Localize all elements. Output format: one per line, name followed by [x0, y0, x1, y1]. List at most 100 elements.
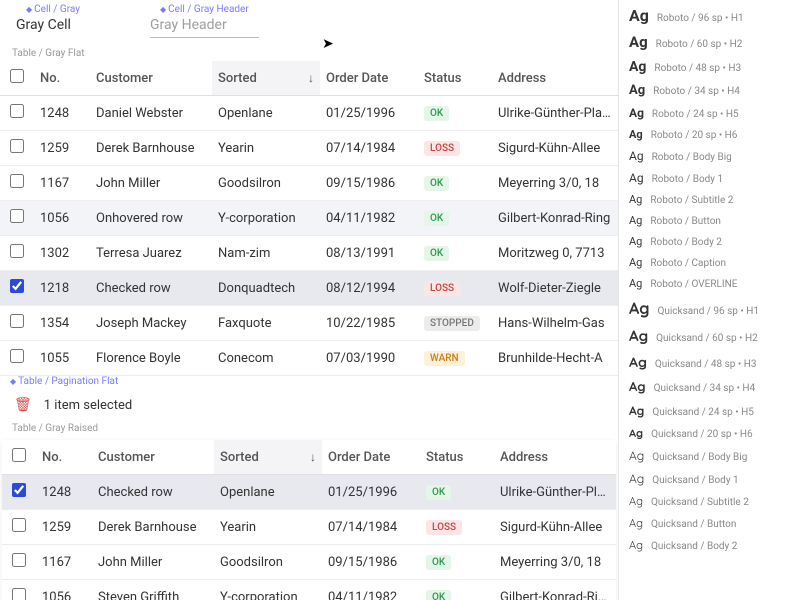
table-row[interactable]: 1056Onhovered rowY-corporation04/11/1982… [0, 201, 618, 236]
cell-customer: Derek Barnhouse [92, 510, 214, 545]
row-checkbox[interactable] [10, 104, 24, 118]
status-badge: OK [426, 590, 451, 600]
data-table-raised: No. Customer Sorted↓ Order Date Status A… [2, 440, 616, 600]
row-checkbox[interactable] [10, 279, 24, 293]
typography-item[interactable]: AgRoboto / 34 sp • H4 [619, 79, 800, 102]
typography-item[interactable]: AgQuicksand / 20 sp • H6 [619, 422, 800, 444]
row-checkbox[interactable] [12, 553, 26, 567]
row-checkbox[interactable] [12, 483, 26, 497]
header-address[interactable]: Address [492, 61, 618, 96]
cell-customer: Derek Barnhouse [90, 131, 212, 166]
typography-sample: Ag [629, 516, 643, 530]
cell-address: Moritzweg 0, 7713 [492, 236, 618, 271]
table-row[interactable]: 1354Joseph MackeyFaxquote10/22/1985STOPP… [0, 306, 618, 341]
table-row[interactable]: 1167John MillerGoodsilron09/15/1986OKMey… [2, 545, 616, 580]
select-all-checkbox[interactable] [12, 448, 26, 462]
typography-sample: Ag [629, 214, 642, 227]
typography-item[interactable]: AgRoboto / 60 sp • H2 [619, 29, 800, 55]
typography-item[interactable]: AgQuicksand / Body Big [619, 444, 800, 467]
pagination-bar: 🗑 1 item selected [0, 389, 618, 421]
cell-customer: John Miller [90, 166, 212, 201]
row-checkbox[interactable] [10, 314, 24, 328]
cell-address: Ulrike-Günther-Platz [492, 96, 618, 131]
typography-item[interactable]: AgQuicksand / 60 sp • H2 [619, 322, 800, 349]
table-row[interactable]: 1259Derek BarnhouseYearin07/14/1984LOSSS… [2, 510, 616, 545]
header-no[interactable]: No. [34, 61, 90, 96]
table-row[interactable]: 1248Checked rowOpenlane01/25/1996OKUlrik… [2, 475, 616, 510]
typography-item[interactable]: AgQuicksand / Body 2 [619, 534, 800, 556]
typography-sample: Ag [629, 149, 644, 163]
header-sorted[interactable]: Sorted↓ [212, 61, 320, 96]
header-customer[interactable]: Customer [90, 61, 212, 96]
cell-status: OK [418, 96, 492, 131]
cell-address: Wolf-Dieter-Ziegle [492, 271, 618, 306]
typography-item[interactable]: AgRoboto / 24 sp • H5 [619, 102, 800, 124]
tab-gray-header[interactable]: Gray Header [150, 17, 259, 38]
typography-sample: Ag [629, 448, 644, 463]
table-row[interactable]: 1055Florence BoyleConecom07/03/1990WARNB… [0, 341, 618, 376]
table-row[interactable]: 1302Terresa JuarezNam-zim08/13/1991OKMor… [0, 236, 618, 271]
cell-no: 1055 [34, 341, 90, 376]
header-orderdate[interactable]: Order Date [320, 61, 418, 96]
cell-date: 08/12/1994 [320, 271, 418, 306]
typography-item[interactable]: AgRoboto / Body 2 [619, 231, 800, 252]
typography-sample: Ag [629, 353, 647, 371]
typography-item[interactable]: AgRoboto / 48 sp • H3 [619, 55, 800, 79]
header-sorted[interactable]: Sorted↓ [214, 440, 322, 475]
typography-item[interactable]: AgQuicksand / 34 sp • H4 [619, 375, 800, 399]
table-row[interactable]: 1259Derek BarnhouseYearin07/14/1984LOSSS… [0, 131, 618, 166]
header-no[interactable]: No. [36, 440, 92, 475]
table-row[interactable]: 1218Checked rowDonquadtech08/12/1994LOSS… [0, 271, 618, 306]
typography-item[interactable]: AgQuicksand / 24 sp • H5 [619, 399, 800, 422]
status-badge: OK [424, 176, 449, 191]
selection-count: 1 item selected [44, 398, 132, 413]
typography-item[interactable]: AgRoboto / Caption [619, 252, 800, 273]
table-row[interactable]: 1056Steven GriffithY-corporation04/11/19… [2, 580, 616, 600]
table-row[interactable]: 1167John MillerGoodsilron09/15/1986OKMey… [0, 166, 618, 201]
cell-status: STOPPED [418, 306, 492, 341]
header-address[interactable]: Address [494, 440, 616, 475]
header-status[interactable]: Status [418, 61, 492, 96]
header-status[interactable]: Status [420, 440, 494, 475]
typography-item[interactable]: AgRoboto / 96 sp • H1 [619, 2, 800, 29]
row-checkbox[interactable] [10, 209, 24, 223]
row-checkbox[interactable] [10, 349, 24, 363]
typography-item[interactable]: AgRoboto / Body Big [619, 145, 800, 167]
sort-arrow-down-icon: ↓ [310, 450, 316, 464]
typography-label: Quicksand / Body 1 [652, 475, 738, 486]
row-checkbox[interactable] [10, 244, 24, 258]
typography-item[interactable]: AgQuicksand / Subtitle 2 [619, 490, 800, 512]
typography-item[interactable]: AgRoboto / Body 1 [619, 167, 800, 189]
row-checkbox[interactable] [12, 588, 26, 600]
typography-label: Roboto / 24 sp • H5 [652, 109, 739, 120]
header-customer[interactable]: Customer [92, 440, 214, 475]
select-all-checkbox[interactable] [10, 69, 24, 83]
typography-label: Quicksand / 24 sp • H5 [652, 407, 754, 418]
typography-item[interactable]: AgQuicksand / Body 1 [619, 467, 800, 490]
cell-sorted: Goodsilron [214, 545, 322, 580]
typography-item[interactable]: AgQuicksand / 96 sp • H1 [619, 294, 800, 322]
row-checkbox[interactable] [10, 139, 24, 153]
typography-item[interactable]: AgRoboto / Button [619, 210, 800, 231]
cell-address: Sigurd-Kühn-Allee [492, 131, 618, 166]
trash-icon[interactable]: 🗑 [14, 397, 32, 413]
typography-item[interactable]: AgRoboto / OVERLINE [619, 273, 800, 294]
table-row[interactable]: 1248Daniel WebsterOpenlane01/25/1996OKUl… [0, 96, 618, 131]
header-orderdate[interactable]: Order Date [322, 440, 420, 475]
cell-date: 01/25/1996 [322, 475, 420, 510]
row-checkbox[interactable] [10, 174, 24, 188]
cell-sorted: Nam-zim [212, 236, 320, 271]
cell-customer: Onhovered row [90, 201, 212, 236]
typography-item[interactable]: AgRoboto / Subtitle 2 [619, 189, 800, 210]
cell-no: 1248 [34, 96, 90, 131]
typography-item[interactable]: AgQuicksand / Button [619, 512, 800, 534]
cell-no: 1354 [34, 306, 90, 341]
row-checkbox[interactable] [12, 518, 26, 532]
typography-item[interactable]: AgRoboto / 20 sp • H6 [619, 124, 800, 145]
cell-customer: Daniel Webster [90, 96, 212, 131]
cell-sorted: Yearin [212, 131, 320, 166]
typography-item[interactable]: AgQuicksand / 48 sp • H3 [619, 349, 800, 375]
tab-gray-cell[interactable]: Gray Cell [16, 17, 90, 37]
typography-label: Quicksand / Subtitle 2 [651, 497, 749, 508]
data-table-flat: No. Customer Sorted↓ Order Date Status A… [0, 61, 618, 376]
